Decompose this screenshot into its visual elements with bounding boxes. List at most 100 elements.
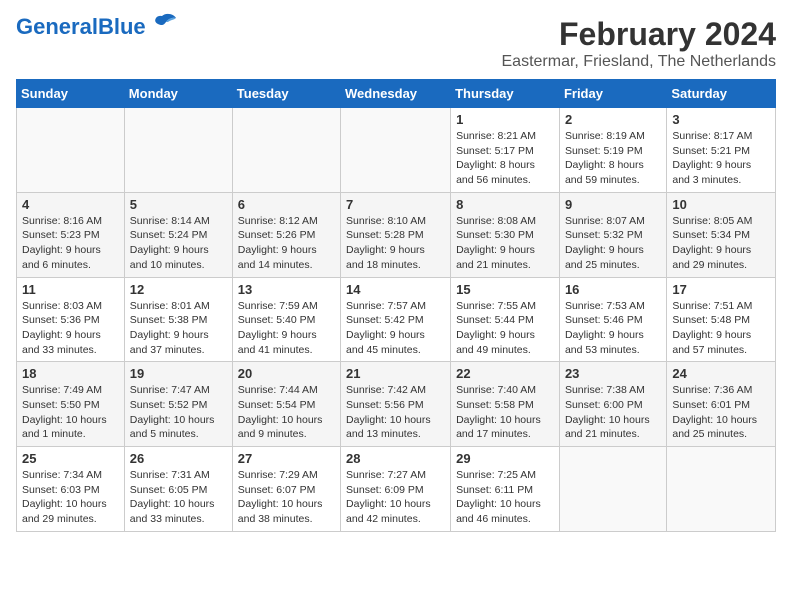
month-year-title: February 2024 — [502, 16, 777, 53]
day-number: 1 — [456, 112, 554, 127]
calendar-cell: 2 Sunrise: 8:19 AM Sunset: 5:19 PM Daylig… — [559, 108, 666, 193]
col-saturday: Saturday — [667, 80, 776, 108]
day-info: Sunrise: 8:17 AM Sunset: 5:21 PM Dayligh… — [672, 129, 770, 188]
day-info: Sunrise: 8:01 AM Sunset: 5:38 PM Dayligh… — [130, 299, 227, 358]
calendar-cell: 9Sunrise: 8:07 AM Sunset: 5:32 PM Daylig… — [559, 192, 666, 277]
calendar-cell: 10 Sunrise: 8:05 AM Sunset: 5:34 PM Dayli… — [667, 192, 776, 277]
day-info: Sunrise: 8:10 AM Sunset: 5:28 PM Dayligh… — [346, 214, 445, 273]
day-info: Sunrise: 7:49 AM Sunset: 5:50 PM Dayligh… — [22, 383, 119, 442]
day-number: 14 — [346, 282, 445, 297]
day-info: Sunrise: 7:55 AM Sunset: 5:44 PM Dayligh… — [456, 299, 554, 358]
day-number: 13 — [238, 282, 335, 297]
calendar-cell — [232, 108, 340, 193]
calendar-table: Sunday Monday Tuesday Wednesday Thursday… — [16, 79, 776, 532]
calendar-cell: 5 Sunrise: 8:14 AM Sunset: 5:24 PM Daylig… — [124, 192, 232, 277]
day-number: 11 — [22, 282, 119, 297]
calendar-cell: 6Sunrise: 8:12 AM Sunset: 5:26 PM Daylig… — [232, 192, 340, 277]
calendar-cell: 29 Sunrise: 7:25 AM Sunset: 6:11 PM Dayli… — [451, 447, 560, 532]
calendar-cell: 27Sunrise: 7:29 AM Sunset: 6:07 PM Dayli… — [232, 447, 340, 532]
calendar-cell: 22Sunrise: 7:40 AM Sunset: 5:58 PM Dayli… — [451, 362, 560, 447]
calendar-cell — [124, 108, 232, 193]
calendar-cell: 20 Sunrise: 7:44 AM Sunset: 5:54 PM Dayli… — [232, 362, 340, 447]
day-info: Sunrise: 7:51 AM Sunset: 5:48 PM Dayligh… — [672, 299, 770, 358]
col-friday: Friday — [559, 80, 666, 108]
day-info: Sunrise: 7:31 AM Sunset: 6:05 PM Dayligh… — [130, 468, 227, 527]
day-number: 19 — [130, 366, 227, 381]
day-number: 10 — [672, 197, 770, 212]
day-number: 17 — [672, 282, 770, 297]
day-info: Sunrise: 7:42 AM Sunset: 5:56 PM Dayligh… — [346, 383, 445, 442]
calendar-cell — [559, 447, 666, 532]
week-row-2: 4 Sunrise: 8:16 AM Sunset: 5:23 PM Daylig… — [17, 192, 776, 277]
day-number: 6 — [238, 197, 335, 212]
col-tuesday: Tuesday — [232, 80, 340, 108]
calendar-cell: 26 Sunrise: 7:31 AM Sunset: 6:05 PM Dayli… — [124, 447, 232, 532]
col-thursday: Thursday — [451, 80, 560, 108]
calendar-cell: 11 Sunrise: 8:03 AM Sunset: 5:36 PM Dayli… — [17, 277, 125, 362]
calendar-cell: 24Sunrise: 7:36 AM Sunset: 6:01 PM Dayli… — [667, 362, 776, 447]
week-row-1: 1 Sunrise: 8:21 AM Sunset: 5:17 PM Daylig… — [17, 108, 776, 193]
location-subtitle: Eastermar, Friesland, The Netherlands — [502, 53, 777, 71]
calendar-body: 1 Sunrise: 8:21 AM Sunset: 5:17 PM Daylig… — [17, 108, 776, 532]
day-info: Sunrise: 7:53 AM Sunset: 5:46 PM Dayligh… — [565, 299, 661, 358]
day-number: 3 — [672, 112, 770, 127]
calendar-cell: 1 Sunrise: 8:21 AM Sunset: 5:17 PM Daylig… — [451, 108, 560, 193]
col-sunday: Sunday — [17, 80, 125, 108]
day-info: Sunrise: 8:19 AM Sunset: 5:19 PM Dayligh… — [565, 129, 661, 188]
day-number: 27 — [238, 451, 335, 466]
col-wednesday: Wednesday — [341, 80, 451, 108]
logo-bird-icon — [148, 12, 176, 34]
day-info: Sunrise: 7:59 AM Sunset: 5:40 PM Dayligh… — [238, 299, 335, 358]
calendar-cell: 15 Sunrise: 7:55 AM Sunset: 5:44 PM Dayli… — [451, 277, 560, 362]
day-info: Sunrise: 8:21 AM Sunset: 5:17 PM Dayligh… — [456, 129, 554, 188]
week-row-5: 25Sunrise: 7:34 AM Sunset: 6:03 PM Dayli… — [17, 447, 776, 532]
title-area: February 2024 Eastermar, Friesland, The … — [502, 16, 777, 71]
day-number: 29 — [456, 451, 554, 466]
day-number: 22 — [456, 366, 554, 381]
col-monday: Monday — [124, 80, 232, 108]
day-number: 26 — [130, 451, 227, 466]
day-number: 20 — [238, 366, 335, 381]
day-number: 7 — [346, 197, 445, 212]
day-info: Sunrise: 8:03 AM Sunset: 5:36 PM Dayligh… — [22, 299, 119, 358]
calendar-cell: 28 Sunrise: 7:27 AM Sunset: 6:09 PM Dayli… — [341, 447, 451, 532]
day-info: Sunrise: 7:34 AM Sunset: 6:03 PM Dayligh… — [22, 468, 119, 527]
calendar-cell — [341, 108, 451, 193]
calendar-cell — [17, 108, 125, 193]
day-info: Sunrise: 7:57 AM Sunset: 5:42 PM Dayligh… — [346, 299, 445, 358]
day-number: 21 — [346, 366, 445, 381]
calendar-cell: 16Sunrise: 7:53 AM Sunset: 5:46 PM Dayli… — [559, 277, 666, 362]
calendar-cell: 23 Sunrise: 7:38 AM Sunset: 6:00 PM Dayli… — [559, 362, 666, 447]
calendar-cell — [667, 447, 776, 532]
day-number: 28 — [346, 451, 445, 466]
logo: GeneralBlue — [16, 16, 176, 38]
calendar-cell: 4 Sunrise: 8:16 AM Sunset: 5:23 PM Daylig… — [17, 192, 125, 277]
calendar-cell: 3 Sunrise: 8:17 AM Sunset: 5:21 PM Daylig… — [667, 108, 776, 193]
day-info: Sunrise: 7:27 AM Sunset: 6:09 PM Dayligh… — [346, 468, 445, 527]
day-info: Sunrise: 8:05 AM Sunset: 5:34 PM Dayligh… — [672, 214, 770, 273]
day-info: Sunrise: 8:16 AM Sunset: 5:23 PM Dayligh… — [22, 214, 119, 273]
day-number: 2 — [565, 112, 661, 127]
day-number: 23 — [565, 366, 661, 381]
calendar-cell: 13 Sunrise: 7:59 AM Sunset: 5:40 PM Dayli… — [232, 277, 340, 362]
calendar-header: Sunday Monday Tuesday Wednesday Thursday… — [17, 80, 776, 108]
day-number: 18 — [22, 366, 119, 381]
day-number: 5 — [130, 197, 227, 212]
day-number: 15 — [456, 282, 554, 297]
day-info: Sunrise: 7:36 AM Sunset: 6:01 PM Dayligh… — [672, 383, 770, 442]
day-info: Sunrise: 8:14 AM Sunset: 5:24 PM Dayligh… — [130, 214, 227, 273]
week-row-3: 11 Sunrise: 8:03 AM Sunset: 5:36 PM Dayli… — [17, 277, 776, 362]
day-info: Sunrise: 7:38 AM Sunset: 6:00 PM Dayligh… — [565, 383, 661, 442]
calendar-cell: 18 Sunrise: 7:49 AM Sunset: 5:50 PM Dayli… — [17, 362, 125, 447]
week-row-4: 18 Sunrise: 7:49 AM Sunset: 5:50 PM Dayli… — [17, 362, 776, 447]
day-info: Sunrise: 8:08 AM Sunset: 5:30 PM Dayligh… — [456, 214, 554, 273]
day-number: 4 — [22, 197, 119, 212]
day-number: 12 — [130, 282, 227, 297]
calendar-cell: 14 Sunrise: 7:57 AM Sunset: 5:42 PM Dayli… — [341, 277, 451, 362]
day-info: Sunrise: 7:25 AM Sunset: 6:11 PM Dayligh… — [456, 468, 554, 527]
logo-text: GeneralBlue — [16, 16, 146, 38]
calendar-cell: 21 Sunrise: 7:42 AM Sunset: 5:56 PM Dayli… — [341, 362, 451, 447]
day-number: 9 — [565, 197, 661, 212]
day-info: Sunrise: 7:44 AM Sunset: 5:54 PM Dayligh… — [238, 383, 335, 442]
calendar-cell: 12 Sunrise: 8:01 AM Sunset: 5:38 PM Dayli… — [124, 277, 232, 362]
